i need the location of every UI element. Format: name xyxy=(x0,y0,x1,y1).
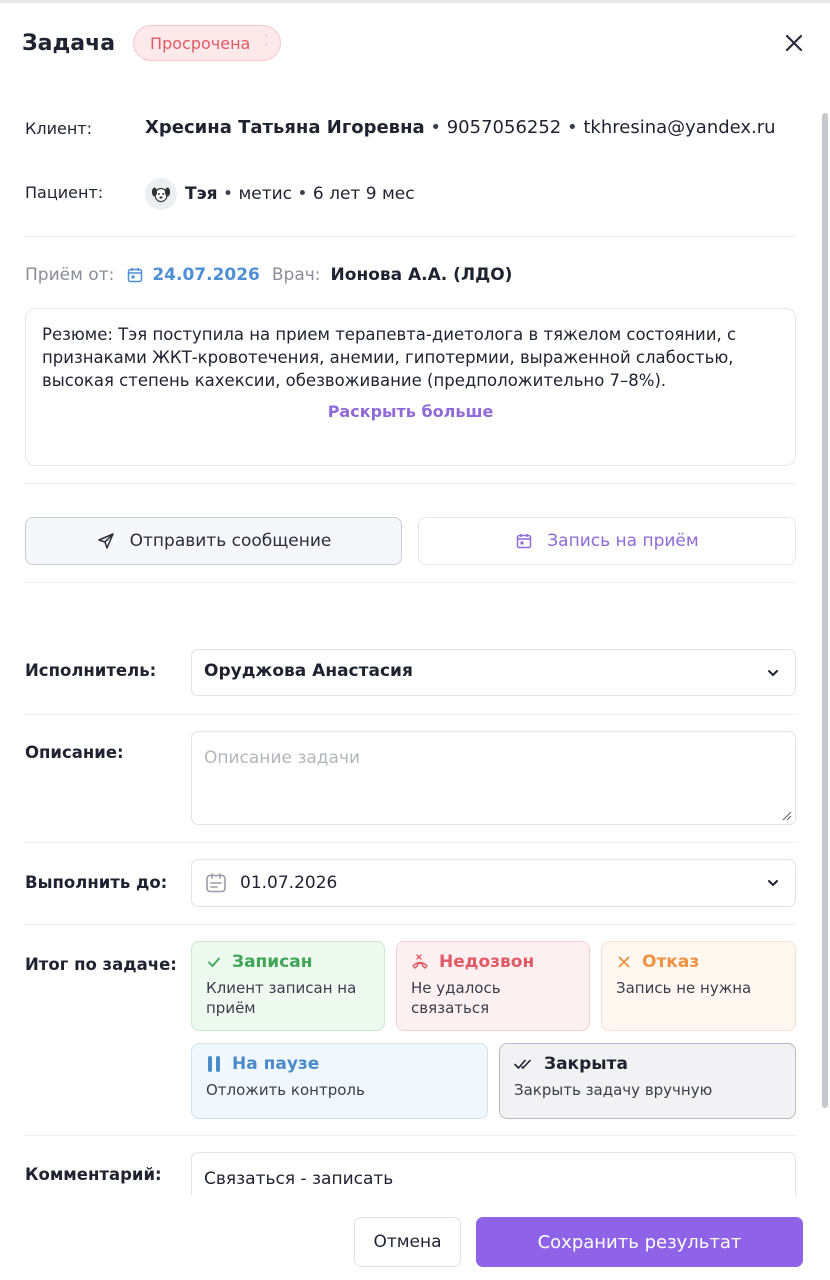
appointment-button[interactable]: Запись на приём xyxy=(418,517,796,565)
result-desc: Отложить контроль xyxy=(206,1081,365,1099)
resume-card: Резюме: Тэя поступила на прием терапевта… xyxy=(25,308,796,466)
doctor-name: Ионова А.А. (ЛДО) xyxy=(330,265,513,285)
result-desc: Закрыть задачу вручную xyxy=(514,1081,713,1099)
result-label: Итог по задаче: xyxy=(25,955,177,974)
scrollbar[interactable] xyxy=(822,113,828,1108)
divider xyxy=(25,842,797,843)
assignee-label: Исполнитель: xyxy=(25,661,157,680)
cancel-button[interactable]: Отмена xyxy=(354,1217,461,1267)
save-result-button[interactable]: Сохранить результат xyxy=(476,1217,803,1267)
divider xyxy=(25,483,797,484)
modal-footer: Отмена Сохранить результат xyxy=(0,1195,830,1280)
patient-age: 6 лет 9 мес xyxy=(312,184,415,204)
cross-icon xyxy=(618,956,630,968)
close-icon xyxy=(785,34,803,52)
due-date-value: 01.07.2026 xyxy=(240,873,338,893)
resume-text: Резюме: Тэя поступила на прием терапевта… xyxy=(42,325,737,390)
divider xyxy=(25,714,797,715)
assignee-value: Оруджова Анастасия xyxy=(204,661,413,681)
expand-more-link[interactable]: Раскрыть больше xyxy=(42,402,779,421)
description-placeholder: Описание задачи xyxy=(204,748,361,768)
task-modal: Задача Просрочена ˄ ˅ Клиент: Хресина Тат… xyxy=(0,0,830,1280)
result-desc: Запись не нужна xyxy=(616,979,752,997)
client-name: Хресина Татьяна Игоревна xyxy=(145,117,425,138)
resize-handle-icon[interactable] xyxy=(780,809,792,821)
visit-label: Приём от: xyxy=(25,265,115,285)
patient-name: Тэя xyxy=(185,184,218,204)
result-title: На паузе xyxy=(232,1054,320,1074)
result-desc: Не удалось связаться xyxy=(411,979,501,1017)
result-option-closed[interactable]: Закрыта Закрыть задачу вручную xyxy=(499,1043,796,1119)
patient-info: Тэя • метис • 6 лет 9 мес xyxy=(145,178,415,210)
close-button[interactable] xyxy=(780,29,808,57)
appointment-label: Запись на приём xyxy=(547,531,699,551)
result-option-no-answer[interactable]: Недозвон Не удалось связаться xyxy=(396,941,590,1031)
result-title: Записан xyxy=(232,952,313,972)
status-badge[interactable]: Просрочена ˄ ˅ xyxy=(133,25,282,61)
doctor-label: Врач: xyxy=(271,265,321,285)
due-date-select[interactable]: 01.07.2026 xyxy=(191,859,796,907)
missed-call-icon xyxy=(412,954,428,969)
client-phone[interactable]: 9057056252 xyxy=(447,117,562,138)
calendar-icon xyxy=(128,268,143,283)
patient-breed: метис xyxy=(238,184,293,204)
comment-value: Связаться - записать xyxy=(204,1169,394,1189)
calendar-icon xyxy=(517,534,532,549)
modal-header: Задача Просрочена ˄ ˅ xyxy=(22,23,808,63)
assignee-select[interactable]: Оруджова Анастасия xyxy=(191,649,796,696)
chevron-down-icon xyxy=(768,670,778,677)
result-title: Закрыта xyxy=(544,1054,628,1074)
result-desc: Клиент записан на приём xyxy=(206,979,357,1017)
pause-icon xyxy=(208,1056,220,1072)
modal-title: Задача xyxy=(22,30,116,56)
client-info: Хресина Татьяна Игоревна • 9057056252 • … xyxy=(145,117,776,138)
result-title: Отказ xyxy=(642,952,700,972)
status-badge-label: Просрочена xyxy=(150,33,251,53)
dog-avatar xyxy=(145,178,177,210)
visit-date-link[interactable]: 24.07.2026 xyxy=(152,265,260,285)
dog-icon xyxy=(151,187,171,203)
send-message-label: Отправить сообщение xyxy=(129,531,332,551)
visit-info: Приём от: 24.07.2026 Врач: Ионова А.А. (… xyxy=(25,265,512,285)
divider xyxy=(25,924,797,925)
patient-label: Пациент: xyxy=(25,183,104,202)
send-icon xyxy=(97,533,114,549)
check-icon xyxy=(208,957,220,968)
result-option-refusal[interactable]: Отказ Запись не нужна xyxy=(601,941,796,1031)
client-label: Клиент: xyxy=(25,119,92,138)
double-check-icon xyxy=(514,1059,531,1070)
divider xyxy=(25,1135,797,1136)
divider xyxy=(25,236,797,237)
divider xyxy=(25,582,797,583)
client-email[interactable]: tkhresina@yandex.ru xyxy=(583,117,775,138)
chevron-down-icon xyxy=(768,880,778,887)
send-message-button[interactable]: Отправить сообщение xyxy=(25,517,402,565)
calendar-icon xyxy=(206,873,226,893)
sort-arrows-icon: ˄ ˅ xyxy=(264,34,269,52)
result-option-paused[interactable]: На паузе Отложить контроль xyxy=(191,1043,488,1119)
comment-label: Комментарий: xyxy=(25,1165,162,1184)
description-textarea[interactable]: Описание задачи xyxy=(191,731,796,825)
description-label: Описание: xyxy=(25,743,124,762)
due-label: Выполнить до: xyxy=(25,873,168,892)
result-option-booked[interactable]: Записан Клиент записан на приём xyxy=(191,941,385,1031)
result-title: Недозвон xyxy=(439,952,535,972)
